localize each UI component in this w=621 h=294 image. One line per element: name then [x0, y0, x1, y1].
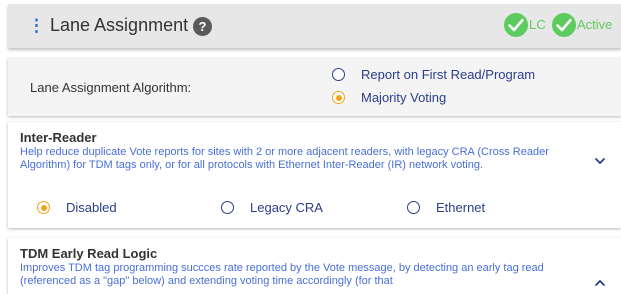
help-icon[interactable]: ? [193, 17, 212, 36]
tdm-early-read-description: Improves TDM tag programming succces rat… [20, 262, 544, 287]
option-legacy-cra-label[interactable]: Legacy CRA [250, 200, 323, 215]
tdm-early-read-title: TDM Early Read Logic [20, 246, 158, 261]
algorithm-card: Lane Assignment Algorithm: Report on Fir… [8, 58, 621, 116]
page-title: Lane Assignment [50, 15, 189, 35]
radio-report-first-read[interactable] [332, 68, 345, 81]
option-report-first-read-label[interactable]: Report on First Read/Program [361, 67, 535, 82]
active-status-label: Active [577, 17, 613, 32]
radio-legacy-cra[interactable] [221, 201, 234, 214]
inter-reader-description: Help reduce duplicate Vote reports for s… [20, 146, 549, 171]
algorithm-label: Lane Assignment Algorithm: [30, 80, 192, 95]
radio-disabled[interactable] [37, 201, 50, 214]
kebab-menu-icon[interactable]: ⋮ [28, 17, 45, 35]
lc-status-label: LC [529, 17, 546, 32]
option-ethernet-label[interactable]: Ethernet [436, 200, 485, 215]
inter-reader-title: Inter-Reader [20, 130, 97, 145]
chevron-up-icon[interactable] [593, 276, 607, 290]
tdm-early-read-card: TDM Early Read Logic Improves TDM tag pr… [8, 238, 621, 294]
radio-ethernet[interactable] [407, 201, 420, 214]
inter-reader-card: Inter-Reader Help reduce duplicate Vote … [8, 122, 621, 228]
option-disabled-label[interactable]: Disabled [66, 200, 117, 215]
active-check-icon [552, 13, 576, 37]
radio-majority-voting[interactable] [332, 91, 345, 104]
lane-assignment-header: ⋮ Lane Assignment ? LC Active [8, 4, 621, 48]
lc-check-icon [504, 13, 528, 37]
option-majority-voting-label[interactable]: Majority Voting [361, 90, 446, 105]
chevron-down-icon[interactable] [593, 154, 607, 168]
